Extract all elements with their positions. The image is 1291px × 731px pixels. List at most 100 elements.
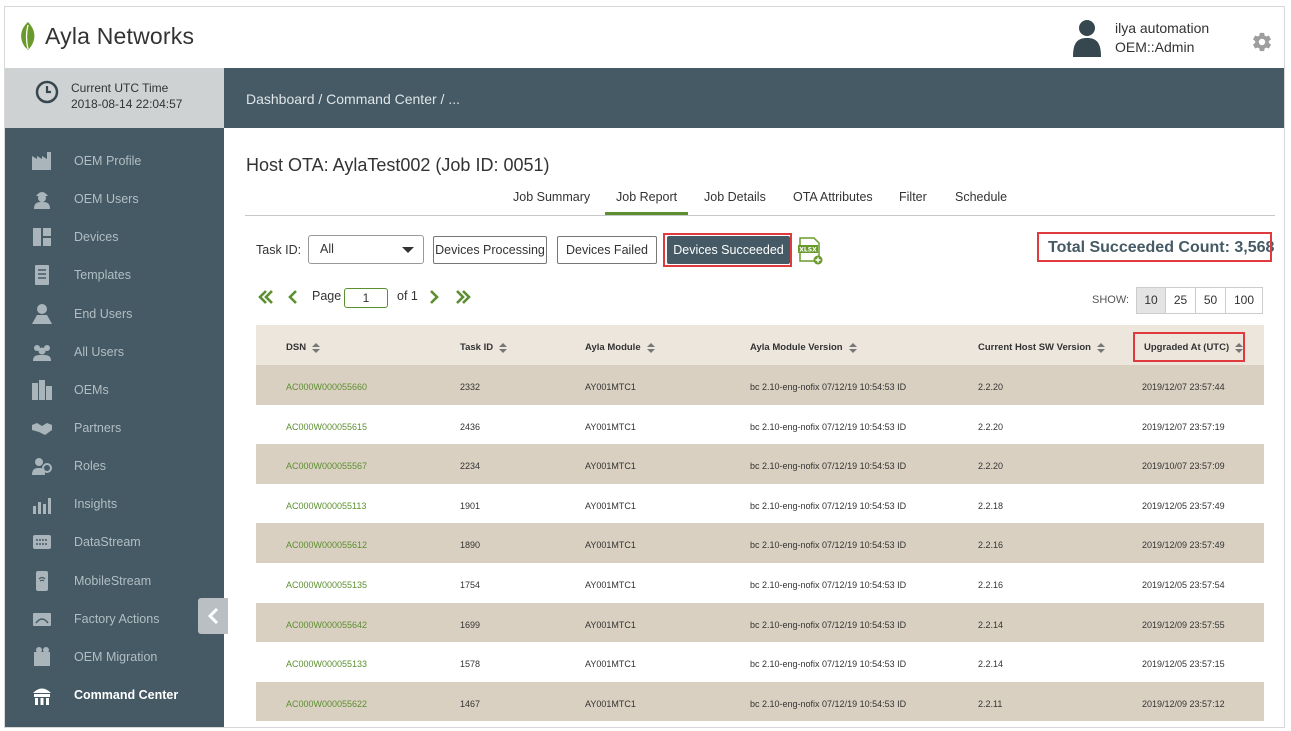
users-group-icon — [33, 345, 51, 361]
column-header-label: DSN — [286, 342, 307, 353]
page-size-50[interactable]: 50 — [1195, 287, 1226, 314]
column-header-label: Ayla Module — [585, 342, 641, 353]
tab-job-report[interactable]: Job Report — [605, 190, 689, 215]
handshake-icon — [32, 423, 52, 435]
table-row[interactable]: AC000W000055567 2234 AY001MTC1 bc 2.10-e… — [256, 444, 1264, 484]
column-header-dsn[interactable]: DSN — [286, 342, 321, 353]
table-row[interactable]: AC000W000055660 2332 AY001MTC1 bc 2.10-e… — [256, 365, 1264, 405]
brand-logo[interactable]: Ayla Networks — [17, 21, 194, 51]
column-header-host-sw-version[interactable]: Current Host SW Version — [978, 342, 1105, 353]
dsn-link[interactable]: AC000W000055133 — [286, 659, 367, 669]
chevron-left-icon — [207, 607, 219, 625]
sidebar-item-templates[interactable]: Templates — [5, 256, 224, 294]
page-size-100[interactable]: 100 — [1225, 287, 1263, 314]
breadcrumb[interactable]: Dashboard / Command Center / ... — [246, 91, 460, 107]
next-page-icon[interactable] — [429, 290, 439, 304]
tab-schedule[interactable]: Schedule — [955, 190, 1007, 204]
sidebar-item-oem-users[interactable]: OEM Users — [5, 180, 224, 218]
dsn-link[interactable]: AC000W000055135 — [286, 580, 367, 590]
sidebar-item-oem-migration[interactable]: OEM Migration — [5, 638, 224, 676]
user-role: OEM::Admin — [1115, 39, 1195, 55]
sidebar-item-label: OEM Users — [74, 192, 139, 206]
last-page-icon[interactable] — [455, 290, 471, 304]
task-id-cell: 2332 — [460, 382, 481, 392]
sidebar-item-label: DataStream — [74, 535, 141, 549]
dsn-link[interactable]: AC000W000055612 — [286, 540, 367, 550]
dsn-link[interactable]: AC000W000055660 — [286, 382, 367, 392]
module-cell: AY001MTC1 — [585, 619, 636, 630]
sidebar-item-insights[interactable]: Insights — [5, 485, 224, 523]
host-sw-version-cell: 2.2.20 — [978, 461, 1004, 472]
module-version-cell: bc 2.10-eng-nofix 07/12/19 10:54:53 ID — [750, 421, 907, 432]
task-id-selected-value: All — [320, 242, 334, 256]
upgraded-at-cell: 2019/12/07 23:57:19 — [1142, 421, 1225, 432]
dsn-link[interactable]: AC000W000055113 — [286, 501, 366, 511]
sidebar-item-datastream[interactable]: DataStream — [5, 523, 224, 561]
host-sw-version-cell: 2.2.20 — [978, 421, 1004, 432]
user-menu[interactable]: ilya automation OEM::Admin — [1073, 19, 1209, 57]
chart-icon — [33, 498, 51, 514]
page-number-input[interactable]: 1 — [344, 288, 388, 308]
table-row[interactable]: AC000W000055133 1578 AY001MTC1 bc 2.10-e… — [256, 642, 1264, 682]
sidebar-item-command-center[interactable]: Command Center — [5, 676, 224, 714]
table-row[interactable]: AC000W000055612 1890 AY001MTC1 bc 2.10-e… — [256, 523, 1264, 563]
devices-failed-button[interactable]: Devices Failed — [557, 236, 657, 264]
page-size-25[interactable]: 25 — [1165, 287, 1196, 314]
buildings-icon — [32, 380, 52, 400]
devices-icon — [33, 228, 51, 246]
module-version-cell: bc 2.10-eng-nofix 07/12/19 10:54:53 ID — [750, 461, 907, 472]
user-avatar-icon — [1073, 20, 1101, 57]
table-row[interactable]: AC000W000055135 1754 AY001MTC1 bc 2.10-e… — [256, 563, 1264, 603]
sidebar-item-all-users[interactable]: All Users — [5, 333, 224, 371]
sidebar-item-partners[interactable]: Partners — [5, 409, 224, 447]
sidebar-item-oem-profile[interactable]: OEM Profile — [5, 142, 224, 180]
breadcrumb-bar: Dashboard / Command Center / ... — [224, 68, 1284, 128]
collapse-sidebar-button[interactable] — [198, 598, 228, 634]
column-header-label: Ayla Module Version — [750, 342, 843, 353]
table-row[interactable]: AC000W000055642 1699 AY001MTC1 bc 2.10-e… — [256, 602, 1264, 643]
dsn-link[interactable]: AC000W000055622 — [286, 699, 367, 709]
highlight-box — [1133, 332, 1245, 362]
upgraded-at-cell: 2019/12/09 23:57:49 — [1142, 540, 1225, 551]
sidebar-item-end-users[interactable]: End Users — [5, 295, 224, 333]
upgraded-at-cell: 2019/12/07 23:57:44 — [1142, 382, 1225, 392]
sidebar-item-oems[interactable]: OEMs — [5, 371, 224, 409]
worker-icon — [34, 192, 50, 209]
devices-processing-button[interactable]: Devices Processing — [433, 236, 547, 264]
first-page-icon[interactable] — [258, 290, 274, 304]
tab-ota-attributes[interactable]: OTA Attributes — [793, 190, 873, 204]
xlsx-export-icon[interactable]: XLSX — [798, 237, 824, 265]
sidebar-item-mobilestream[interactable]: MobileStream — [5, 562, 224, 600]
tab-bar: Job Summary Job Report Job Details OTA A… — [245, 182, 1275, 216]
table-row[interactable]: AC000W000055615 2436 AY001MTC1 bc 2.10-e… — [256, 404, 1264, 445]
sidebar-item-factory-actions[interactable]: Factory Actions — [5, 600, 224, 638]
sidebar-item-roles[interactable]: Roles — [5, 447, 224, 485]
page-title: Host OTA: AylaTest002 (Job ID: 0051) — [246, 155, 550, 175]
previous-page-icon[interactable] — [288, 290, 298, 304]
column-header-ayla-module-version[interactable]: Ayla Module Version — [750, 342, 857, 353]
sidebar-item-devices[interactable]: Devices — [5, 218, 224, 256]
dsn-link[interactable]: AC000W000055567 — [286, 461, 367, 471]
upgraded-at-cell: 2019/12/05 23:57:49 — [1142, 500, 1225, 511]
dsn-link[interactable]: AC000W000055615 — [286, 422, 367, 432]
column-header-ayla-module[interactable]: Ayla Module — [585, 342, 655, 353]
host-sw-version-cell: 2.2.11 — [978, 698, 1003, 709]
table-row[interactable]: AC000W000055113 1901 AY001MTC1 bc 2.10-e… — [256, 483, 1264, 524]
host-sw-version-cell: 2.2.18 — [978, 500, 1004, 511]
page-label: Page — [312, 289, 342, 303]
task-id-select[interactable]: All — [308, 235, 424, 264]
page-size-10[interactable]: 10 — [1136, 287, 1166, 314]
table-row[interactable]: AC000W000055622 1467 AY001MTC1 bc 2.10-e… — [256, 681, 1264, 722]
column-header-task-id[interactable]: Task ID — [460, 342, 508, 353]
module-cell: AY001MTC1 — [585, 421, 636, 432]
task-id-cell: 2436 — [460, 421, 481, 432]
sidebar-item-label: Partners — [74, 421, 122, 435]
module-cell: AY001MTC1 — [585, 500, 636, 511]
tab-job-details[interactable]: Job Details — [704, 190, 766, 204]
tab-job-summary[interactable]: Job Summary — [513, 190, 590, 204]
tab-filter[interactable]: Filter — [899, 190, 927, 204]
module-cell: AY001MTC1 — [585, 461, 636, 472]
dsn-link[interactable]: AC000W000055642 — [286, 620, 367, 630]
sidebar-item-label: MobileStream — [74, 574, 152, 588]
gear-icon[interactable] — [1251, 31, 1273, 53]
